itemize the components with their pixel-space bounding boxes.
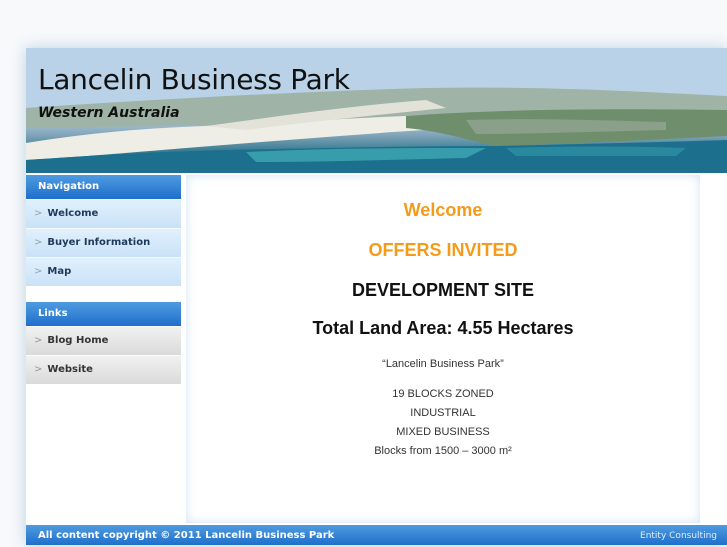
credit-link[interactable]: Entity Consulting bbox=[640, 525, 717, 547]
park-name-quote: “Lancelin Business Park” bbox=[382, 358, 504, 370]
sidebar-spacer bbox=[26, 286, 181, 302]
chevron-right-icon: > bbox=[34, 364, 43, 375]
detail-line: Blocks from 1500 – 3000 m² bbox=[374, 445, 512, 457]
development-heading: DEVELOPMENT SITE bbox=[351, 280, 535, 300]
links-heading: Links bbox=[26, 302, 181, 326]
detail-line: INDUSTRIAL bbox=[410, 407, 476, 419]
navigation-heading: Navigation bbox=[26, 175, 181, 199]
sidebar: Navigation > Welcome > Buyer Information >… bbox=[26, 175, 181, 523]
copyright-text: All content copyright © 2011 Lancelin Bu… bbox=[38, 530, 335, 541]
sidebar-item-label: Map bbox=[47, 266, 72, 277]
sidebar-item-map[interactable]: > Map bbox=[26, 257, 181, 286]
sidebar-item-label: Blog Home bbox=[47, 335, 109, 346]
chevron-right-icon: > bbox=[34, 208, 43, 219]
sidebar-item-blog-home[interactable]: > Blog Home bbox=[26, 326, 181, 355]
sidebar-item-label: Welcome bbox=[47, 208, 99, 219]
sidebar-item-label: Buyer Information bbox=[47, 237, 151, 248]
site-title: Lancelin Business Park bbox=[38, 63, 350, 96]
main-content: Welcome OFFERS INVITED DEVELOPMENT SITE … bbox=[186, 175, 700, 523]
chevron-right-icon: > bbox=[34, 237, 43, 248]
site-subtitle: Western Australia bbox=[38, 105, 180, 121]
sidebar-item-welcome[interactable]: > Welcome bbox=[26, 199, 181, 228]
detail-line: 19 BLOCKS ZONED bbox=[392, 388, 494, 400]
header-banner: Lancelin Business Park Western Australia bbox=[26, 48, 727, 173]
chevron-right-icon: > bbox=[34, 266, 43, 277]
land-area-heading: Total Land Area: 4.55 Hectares bbox=[312, 318, 574, 338]
sidebar-item-buyer-information[interactable]: > Buyer Information bbox=[26, 228, 181, 257]
footer: All content copyright © 2011 Lancelin Bu… bbox=[26, 525, 727, 545]
detail-line: MIXED BUSINESS bbox=[396, 426, 490, 438]
offers-heading: OFFERS INVITED bbox=[368, 240, 518, 260]
page-frame: Lancelin Business Park Western Australia… bbox=[26, 48, 727, 545]
sidebar-item-label: Website bbox=[47, 364, 93, 375]
page-title: Welcome bbox=[403, 200, 483, 220]
sidebar-item-website[interactable]: > Website bbox=[26, 355, 181, 384]
chevron-right-icon: > bbox=[34, 335, 43, 346]
